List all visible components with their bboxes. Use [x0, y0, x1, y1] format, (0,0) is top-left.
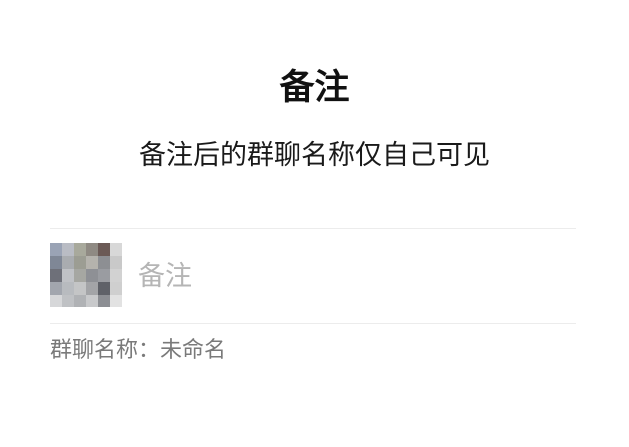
avatar-pixel: [86, 282, 98, 295]
avatar-pixel: [110, 243, 122, 256]
page-title: 备注: [279, 68, 350, 108]
avatar-pixel: [110, 282, 122, 295]
remark-input[interactable]: [138, 253, 558, 299]
avatar-pixel: [98, 295, 110, 307]
avatar-pixel: [50, 269, 62, 282]
avatar-pixel: [62, 243, 74, 256]
avatar-pixel: [50, 256, 62, 269]
avatar-pixel: [110, 295, 122, 307]
avatar-pixel: [98, 282, 110, 295]
avatar-pixel: [74, 243, 86, 256]
avatar-pixel: [50, 295, 62, 307]
divider-bottom: [50, 323, 576, 324]
group-avatar: [50, 243, 122, 307]
remark-dialog: 备注 备注后的群聊名称仅自己可见 群聊名称：未命名: [0, 0, 629, 447]
avatar-pixel: [86, 295, 98, 307]
avatar-pixel: [62, 282, 74, 295]
group-name-label: 群聊名称：: [50, 338, 161, 363]
avatar-pixel: [74, 269, 86, 282]
avatar-pixel: [74, 295, 86, 307]
avatar-pixel: [98, 269, 110, 282]
remark-row: [50, 229, 576, 323]
avatar-pixel: [50, 243, 62, 256]
avatar-pixel: [62, 295, 74, 307]
avatar-pixel: [86, 243, 98, 256]
avatar-pixel: [74, 256, 86, 269]
avatar-pixel: [62, 256, 74, 269]
avatar-pixel: [86, 269, 98, 282]
page-subtitle: 备注后的群聊名称仅自己可见: [139, 140, 490, 171]
group-name-value: 未命名: [160, 338, 227, 363]
avatar-pixel: [110, 269, 122, 282]
avatar-pixel: [62, 269, 74, 282]
avatar-pixel: [74, 282, 86, 295]
avatar-pixel: [98, 256, 110, 269]
avatar-pixel: [110, 256, 122, 269]
avatar-pixel: [98, 243, 110, 256]
avatar-pixel: [50, 282, 62, 295]
group-name-text: 群聊名称：未命名: [50, 334, 226, 368]
avatar-pixel: [86, 256, 98, 269]
